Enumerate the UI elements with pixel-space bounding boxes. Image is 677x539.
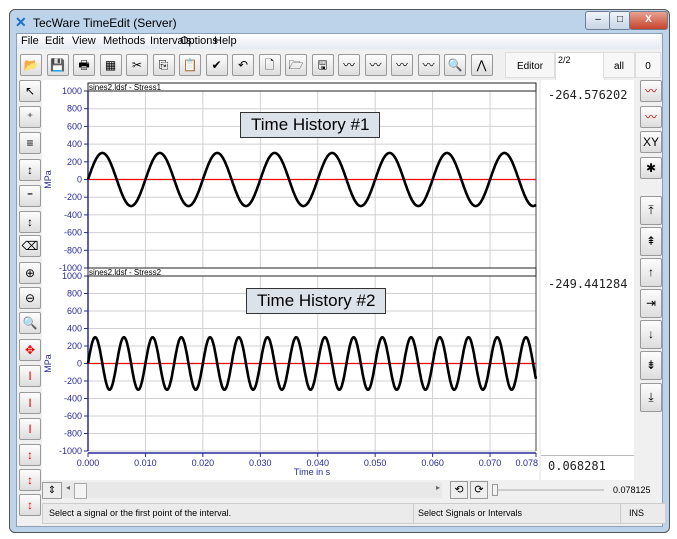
x-tick-label: 0.020	[192, 458, 215, 468]
y-tick-label: 800	[67, 104, 82, 114]
y-tick-label: -200	[64, 376, 82, 386]
scroll-left-arrow[interactable]: ◂	[66, 483, 70, 492]
x-tick-label: 0.010	[134, 458, 157, 468]
y-tick-label: 200	[67, 341, 82, 351]
y-tick-label: -1000	[59, 446, 82, 456]
status-hint: Select a signal or the first point of th…	[42, 503, 420, 524]
time-slider[interactable]	[492, 489, 604, 491]
status-ins: INS	[620, 503, 666, 524]
scroll-thumb[interactable]	[74, 483, 87, 499]
chart-title: sines2.ldsf - Stress2	[89, 268, 162, 277]
y-tick-label: 600	[67, 306, 82, 316]
y-axis-label: MPa	[43, 170, 53, 189]
x-tick-label: 0.050	[364, 458, 387, 468]
y-tick-label: 1000	[62, 86, 82, 96]
y-tick-label: -400	[64, 394, 82, 404]
y-tick-label: 1000	[62, 271, 82, 281]
rotate-left-button[interactable]: ⟲	[450, 481, 468, 499]
y-tick-label: 0	[77, 359, 82, 369]
y-tick-label: 600	[67, 121, 82, 131]
y-tick-label: -800	[64, 429, 82, 439]
chart-title: sines2.ldsf - Stress1	[89, 83, 162, 92]
y-tick-label: -600	[64, 228, 82, 238]
y-tick-label: 0	[77, 175, 82, 185]
x-axis-label: Time in s	[294, 467, 331, 477]
y-tick-label: 800	[67, 289, 82, 299]
annotation-1: Time History #1	[240, 112, 381, 138]
horizontal-scrollbar[interactable]	[62, 482, 442, 498]
y-axis-label: MPa	[43, 354, 53, 373]
annotation-2: Time History #2	[246, 288, 387, 314]
rotate-right-button[interactable]: ⟳	[470, 481, 488, 499]
x-tick-label: 0.000	[77, 458, 100, 468]
x-tick-label: 0.070	[479, 458, 502, 468]
y-tick-label: -800	[64, 245, 82, 255]
y-tick-label: 400	[67, 324, 82, 334]
x-tick-label: 0.060	[421, 458, 444, 468]
status-mode: Select Signals or Intervals	[413, 503, 624, 524]
y-tick-label: 400	[67, 139, 82, 149]
updown-button[interactable]: ⇕	[42, 482, 62, 499]
y-tick-label: 200	[67, 157, 82, 167]
y-tick-label: -400	[64, 210, 82, 220]
y-tick-label: -200	[64, 192, 82, 202]
x-tick-label: 0.078	[515, 458, 538, 468]
slider-end-value: 0.078125	[613, 485, 651, 495]
x-tick-label: 0.030	[249, 458, 272, 468]
time-slider-thumb[interactable]	[492, 484, 498, 496]
scroll-right-arrow[interactable]: ▸	[436, 483, 440, 492]
y-tick-label: -600	[64, 411, 82, 421]
charts-svg[interactable]: 1000 800 600 400 200 0 -200 -400 -600 -800 -1000 si…	[0, 0, 677, 539]
